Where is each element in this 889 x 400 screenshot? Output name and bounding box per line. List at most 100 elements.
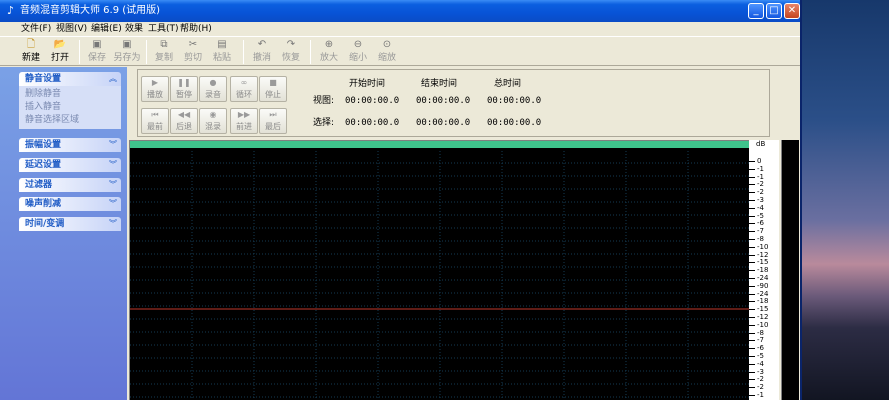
- pane-header-noise-reduction[interactable]: 噪声削减 ︾: [19, 197, 121, 211]
- new-file-icon: 🗋: [26, 39, 36, 50]
- menu-file[interactable]: 文件(F): [21, 23, 51, 35]
- record-button[interactable]: ● 录音: [199, 76, 227, 102]
- save-as-button[interactable]: ▣ 另存为: [112, 38, 142, 66]
- db-label: -4: [757, 359, 764, 368]
- db-label: -8: [757, 328, 764, 337]
- play-button[interactable]: ▶ 播放: [141, 76, 169, 102]
- open-folder-icon: 📂: [53, 39, 67, 50]
- toolbar-separator: [310, 40, 311, 64]
- chevron-up-icon: ︽: [109, 74, 117, 83]
- db-label: -6: [757, 344, 764, 353]
- db-label: -10: [757, 242, 769, 251]
- db-tick: [749, 207, 755, 209]
- pane-link-silence-selection[interactable]: 静音选择区域: [25, 114, 115, 127]
- db-tick: [749, 231, 755, 233]
- menu-tools[interactable]: 工具(T): [148, 23, 179, 35]
- zoom-in-icon: ⊕: [324, 39, 334, 50]
- copy-icon: ⧉: [160, 39, 168, 50]
- open-button[interactable]: 📂 打开: [45, 38, 75, 66]
- menu-view[interactable]: 视图(V): [56, 23, 87, 35]
- db-label: -5: [757, 211, 764, 220]
- db-label: -4: [757, 203, 764, 212]
- db-label: -2: [757, 383, 764, 392]
- db-unit-label: dB: [756, 140, 766, 148]
- menu-edit[interactable]: 编辑(E): [91, 23, 122, 35]
- pane-group-noise-reduction: 噪声削减 ︾: [19, 197, 121, 211]
- zoom-fit-button[interactable]: ⊙ 缩放: [372, 38, 402, 66]
- db-tick: [749, 246, 755, 248]
- copy-button[interactable]: ⧉ 复制: [149, 38, 179, 66]
- selection-row-label: 选择:: [313, 118, 335, 128]
- pause-button[interactable]: ❚❚ 暂停: [170, 76, 198, 102]
- db-tick: [749, 176, 755, 178]
- db-tick: [749, 356, 755, 357]
- zoom-in-button[interactable]: ⊕ 放大: [314, 38, 344, 66]
- skip-to-start-button[interactable]: ⏮ 最前: [141, 108, 169, 134]
- db-label: -18: [757, 266, 769, 275]
- toolbar-separator: [146, 40, 147, 64]
- fast-forward-button[interactable]: ▶▶ 前进: [230, 108, 258, 134]
- chevron-down-icon: ︾: [109, 140, 117, 149]
- db-tick: [749, 223, 755, 225]
- db-tick: [749, 278, 755, 279]
- mix-record-button[interactable]: ◉ 混录: [199, 108, 227, 134]
- selection-start-time: 00:00:00.0: [345, 118, 400, 128]
- db-tick: [749, 363, 755, 365]
- db-tick: [749, 254, 755, 256]
- stop-icon: ■: [269, 78, 277, 87]
- pane-header-time-pitch[interactable]: 时间/变调 ︾: [19, 217, 121, 231]
- close-button[interactable]: ✕: [784, 3, 800, 19]
- waveform-frame: dB 0 -1 -1 -2 -2 -3 -4 -5 -6 -7 -8 -10 -12 -15 -18 -24-…: [127, 137, 800, 400]
- db-tick: [749, 293, 755, 295]
- zoom-out-button[interactable]: ⊖ 缩小: [343, 38, 373, 66]
- undo-button[interactable]: ↶ 撤消: [247, 38, 277, 66]
- chevron-down-icon: ︾: [109, 199, 117, 208]
- toolbar-separator: [79, 40, 80, 64]
- pane-link-delete-silence[interactable]: 删除静音: [25, 88, 115, 101]
- db-label: -2: [757, 188, 764, 197]
- loop-button[interactable]: ∞ 循环: [230, 76, 258, 102]
- maximize-button[interactable]: □: [766, 3, 782, 19]
- db-tick: [749, 285, 755, 287]
- stop-button[interactable]: ■ 停止: [259, 76, 287, 102]
- db-tick: [749, 395, 755, 396]
- level-meter: [781, 140, 799, 400]
- new-button[interactable]: 🗋 新建: [16, 38, 46, 66]
- rewind-icon: ◀◀: [177, 110, 191, 119]
- db-tick: [749, 215, 755, 217]
- pane-header-delay[interactable]: 延迟设置 ︾: [19, 158, 121, 172]
- skip-to-end-icon: ⏭: [269, 110, 277, 119]
- pane-group-amplitude: 振幅设置 ︾: [19, 138, 121, 152]
- db-tick: [749, 270, 755, 272]
- skip-to-end-button[interactable]: ⏭ 最后: [259, 108, 287, 134]
- title-bar[interactable]: ♪ 音频混音剪辑大师 6.9 (试用版) _ □ ✕: [0, 0, 800, 22]
- pane-group-time-pitch: 时间/变调 ︾: [19, 217, 121, 231]
- db-tick: [749, 371, 755, 373]
- view-end-time: 00:00:00.0: [416, 96, 471, 106]
- rewind-button[interactable]: ◀◀ 后退: [170, 108, 198, 134]
- db-label: -3: [757, 367, 764, 376]
- cut-icon: ✂: [188, 39, 198, 50]
- save-icon: ▣: [92, 39, 102, 50]
- pane-header-silence[interactable]: 静音设置 ︽: [19, 72, 121, 86]
- menu-effects[interactable]: 效果: [125, 23, 143, 35]
- pane-header-amplitude[interactable]: 振幅设置 ︾: [19, 138, 121, 152]
- redo-button[interactable]: ↷ 恢复: [276, 38, 306, 66]
- minimize-button[interactable]: _: [748, 3, 764, 19]
- db-tick: [749, 200, 755, 201]
- waveform-display[interactable]: [129, 140, 750, 400]
- waveform-grid: [130, 151, 750, 400]
- pane-link-insert-silence[interactable]: 插入静音: [25, 101, 115, 114]
- db-label: -6: [757, 219, 764, 228]
- paste-button[interactable]: ▤ 粘贴: [207, 38, 237, 66]
- chevron-down-icon: ︾: [109, 180, 117, 189]
- menu-help[interactable]: 帮助(H): [180, 23, 212, 35]
- db-label: -90: [757, 281, 769, 290]
- db-label: -8: [757, 235, 764, 243]
- pane-header-filter[interactable]: 过滤器 ︾: [19, 178, 121, 192]
- db-scale: dB 0 -1 -1 -2 -2 -3 -4 -5 -6 -7 -8 -10 -12 -15 -18 -24-…: [749, 140, 779, 400]
- save-button[interactable]: ▣ 保存: [82, 38, 112, 66]
- cut-button[interactable]: ✂ 剪切: [178, 38, 208, 66]
- db-label: -3: [757, 196, 764, 204]
- db-tick: [749, 262, 755, 264]
